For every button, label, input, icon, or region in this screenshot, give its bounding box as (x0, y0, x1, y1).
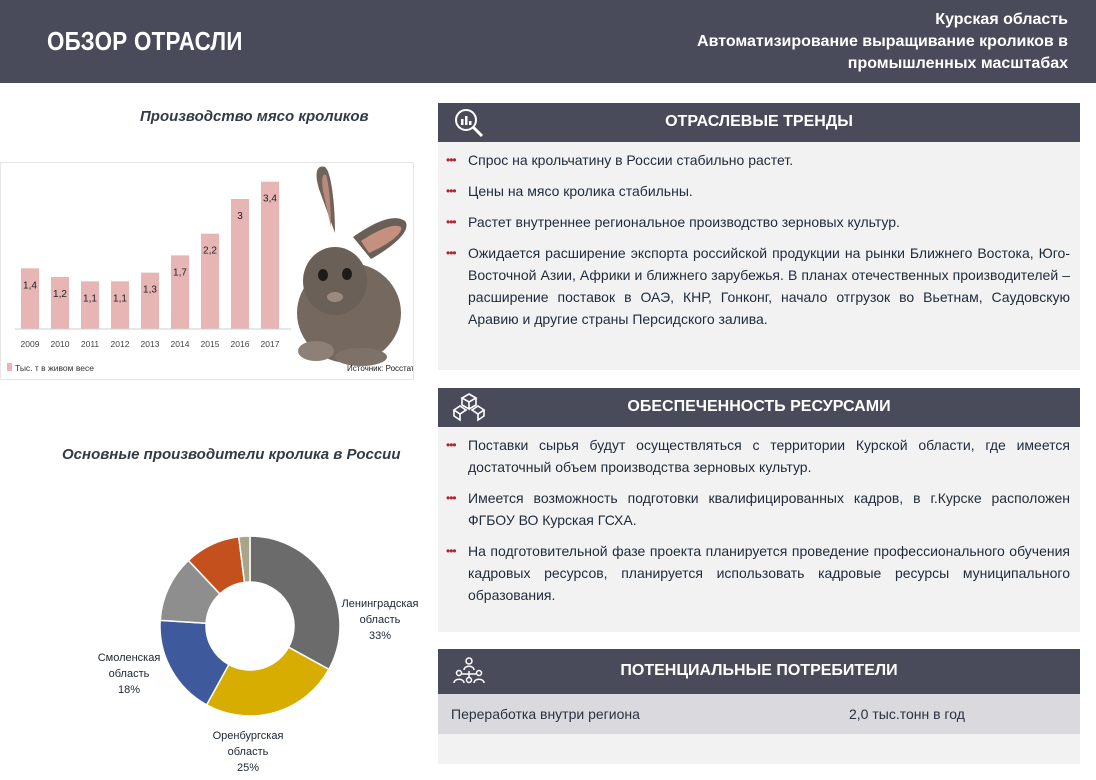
trends-body: ••• Спрос на крольчатину в России стабиль… (438, 142, 1080, 370)
bullet-marker: ••• (446, 246, 457, 260)
bar-2013 (141, 272, 159, 329)
bar-value-label: 1,1 (113, 293, 127, 304)
bar-value-label: 1,7 (173, 267, 187, 278)
resource-item-text: Поставки сырья будут осуществляться с те… (468, 437, 1070, 475)
project-name-line1: Автоматизирование выращивание кроликов в (697, 33, 1068, 50)
consumers-header: ПОТЕНЦИАЛЬНЫЕ ПОТРЕБИТЕЛИ (438, 649, 1080, 694)
trend-item: ••• Растет внутреннее региональное произв… (438, 211, 1080, 233)
donut-chart-title: Основные производители кролика в России (62, 446, 401, 463)
trend-item: ••• Спрос на крольчатину в России стабиль… (438, 149, 1080, 171)
bar-value-label: 3,4 (263, 194, 277, 205)
donut-label-smolensk-line1: Смоленская (97, 652, 161, 664)
consumer-name: Переработка внутри региона (451, 706, 640, 722)
trend-item: ••• Цены на мясо кролика стабильны. (438, 180, 1080, 202)
resource-item: ••• Поставки сырья будут осуществляться с… (438, 434, 1080, 478)
donut-label-smolensk: Смоленская область 18% (89, 650, 169, 698)
trend-item: ••• Ожидается расширение экспорта российс… (438, 242, 1080, 330)
x-tick-label: 2011 (81, 339, 100, 349)
x-tick-label: 2010 (51, 339, 70, 349)
bar-value-label: 1,3 (143, 285, 157, 296)
project-region-block: Курская область Автоматизирование выращи… (697, 9, 1068, 75)
x-tick-label: 2009 (21, 339, 40, 349)
resource-item: ••• Имеется возможность подготовки квалиф… (438, 487, 1080, 531)
donut-label-leningrad: Ленинградская область 33% (340, 596, 420, 644)
bullet-marker: ••• (446, 491, 457, 505)
donut-label-leningrad-line1: Ленинградская (341, 598, 419, 610)
x-tick-label: 2013 (141, 339, 160, 349)
bullet-marker: ••• (446, 153, 457, 167)
bar-legend-label: Тыс. т в живом весе (15, 363, 94, 373)
bar-value-label: 1,1 (83, 293, 97, 304)
bar-2009 (21, 268, 39, 329)
consumer-volume: 2,0 тыс.тонн в год (849, 706, 965, 722)
bar-2010 (51, 277, 69, 329)
donut-slice-0 (249, 535, 341, 671)
trend-item-text: Цены на мясо кролика стабильны. (468, 183, 693, 199)
resources-header: ОБЕСПЕЧЕННОСТЬ РЕСУРСАМИ (438, 388, 1080, 427)
x-tick-label: 2017 (261, 339, 280, 349)
chart-source-note: Источник: Росстат (347, 364, 413, 373)
resources-body: ••• Поставки сырья будут осуществляться с… (438, 427, 1080, 632)
bar-value-label: 1,2 (53, 289, 67, 300)
donut-label-leningrad-value: 33% (368, 630, 392, 642)
project-name-line2: промышленных масштабах (847, 55, 1068, 72)
consumer-row-empty (438, 734, 1080, 764)
bullet-marker: ••• (446, 544, 457, 558)
bar-2011 (81, 281, 99, 329)
bar-chart-panel: 1,4 2009 1,2 2010 1,1 2011 1,1 2012 1,3 2013 1,7 20… (0, 162, 415, 380)
trend-item-text: Растет внутреннее региональное производс… (468, 214, 900, 230)
x-tick-label: 2014 (171, 339, 190, 349)
x-tick-label: 2016 (231, 339, 250, 349)
bar-legend-swatch (7, 363, 12, 371)
donut-label-leningrad-line2: область (359, 614, 401, 626)
bar-chart-title: Производство мясо кроликов (140, 108, 369, 125)
bar-chart: 1,4 2009 1,2 2010 1,1 2011 1,1 2012 1,3 2013 1,7 20… (7, 166, 415, 373)
resource-item-text: На подготовительной фазе проекта планиру… (468, 543, 1070, 603)
donut-label-orenburg: Оренбургская область 25% (208, 728, 288, 776)
resource-item: ••• На подготовительной фазе проекта пла… (438, 540, 1080, 606)
bullet-marker: ••• (446, 215, 457, 229)
consumer-row: Переработка внутри региона 2,0 тыс.тонн … (438, 694, 1080, 734)
trends-title: ОТРАСЛЕВЫЕ ТРЕНДЫ (665, 113, 853, 130)
bar-value-label: 3 (237, 211, 243, 222)
rabbit-photo (297, 166, 407, 366)
bar-value-label: 2,2 (203, 246, 217, 257)
donut-label-smolensk-line2: область (108, 668, 150, 680)
resource-item-text: Имеется возможность подготовки квалифици… (468, 490, 1070, 528)
x-tick-label: 2015 (201, 339, 220, 349)
header-bar: ОБЗОР ОТРАСЛИ Курская область Автоматизи… (0, 0, 1096, 83)
bullet-marker: ••• (446, 438, 457, 452)
bullet-marker: ••• (446, 184, 457, 198)
donut-chart (159, 535, 341, 717)
trend-item-text: Спрос на крольчатину в России стабильно … (468, 152, 794, 168)
page-title: ОБЗОР ОТРАСЛИ (47, 26, 243, 56)
bar-2012 (111, 281, 129, 329)
x-tick-label: 2012 (111, 339, 130, 349)
donut-label-smolensk-value: 18% (117, 684, 141, 696)
bar-value-label: 1,4 (23, 280, 37, 291)
region-name: Курская область (935, 11, 1068, 28)
donut-label-orenburg-value: 25% (236, 762, 260, 774)
trend-item-text: Ожидается расширение экспорта российской… (468, 245, 1070, 327)
consumers-title: ПОТЕНЦИАЛЬНЫЕ ПОТРЕБИТЕЛИ (620, 662, 898, 679)
resources-title: ОБЕСПЕЧЕННОСТЬ РЕСУРСАМИ (627, 398, 891, 415)
donut-label-orenburg-line1: Оренбургская (212, 730, 284, 742)
trends-header: ОТРАСЛЕВЫЕ ТРЕНДЫ (438, 103, 1080, 142)
donut-label-orenburg-line2: область (227, 746, 269, 758)
